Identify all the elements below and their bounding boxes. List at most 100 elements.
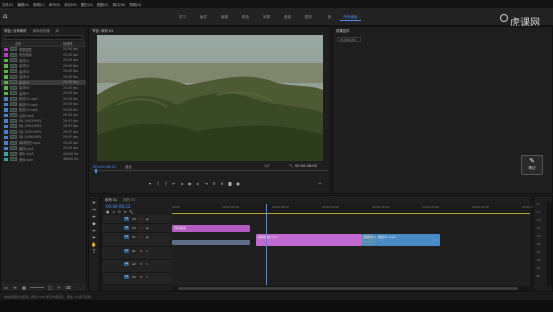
label-color-swatch[interactable]: [4, 86, 8, 90]
track-lock-icon[interactable]: ▭: [140, 235, 143, 239]
track-name[interactable]: V3: [132, 217, 136, 221]
timeline-timecode[interactable]: 00:00:08:22: [106, 204, 130, 209]
mark-in-icon[interactable]: {: [155, 181, 161, 186]
track-solo-icon[interactable]: S: [146, 249, 148, 253]
add-marker-icon[interactable]: ▾: [124, 210, 126, 214]
menu-item[interactable]: 图形(G): [81, 2, 93, 7]
label-color-swatch[interactable]: [4, 146, 8, 150]
timeline-clip[interactable]: 调整图层: [172, 225, 250, 232]
go-to-in-icon[interactable]: ⇤: [171, 181, 177, 186]
track-lock-icon[interactable]: ▭: [140, 217, 143, 221]
project-item[interactable]: 航拍03.mp4 25.00 fps: [1, 107, 86, 113]
project-item[interactable]: 音效.wav 48000 Hz: [1, 157, 86, 163]
timeline-scrollbar[interactable]: [172, 286, 530, 291]
track-eye-icon[interactable]: ◉: [146, 217, 148, 221]
label-color-swatch[interactable]: [4, 53, 8, 57]
label-color-swatch[interactable]: [4, 119, 8, 123]
menu-item[interactable]: 剪辑(C): [33, 2, 45, 7]
track-name[interactable]: A2: [132, 262, 136, 266]
timeline-clip[interactable]: 森林航拍.mp4: [256, 234, 362, 246]
add-marker-icon[interactable]: ▾: [147, 181, 153, 186]
track-mute-icon[interactable]: M: [140, 262, 142, 266]
track-target-toggle[interactable]: A3: [124, 275, 129, 279]
label-color-swatch[interactable]: [4, 58, 8, 62]
label-color-swatch[interactable]: [4, 130, 8, 134]
track-eye-icon[interactable]: ◉: [146, 235, 148, 239]
note-button[interactable]: ✎ 笔记: [521, 155, 543, 175]
project-item[interactable]: 素材07 25.00 fps: [1, 91, 86, 97]
sequence-tab[interactable]: 序列 02: [123, 197, 135, 202]
project-item[interactable]: 森林航拍.mp4 25.00 fps: [1, 140, 86, 146]
home-icon[interactable]: ⌂: [3, 12, 11, 20]
lift-icon[interactable]: ⇞: [211, 181, 217, 186]
delete-icon[interactable]: ⌫: [65, 285, 71, 290]
program-scrubber[interactable]: [93, 170, 328, 171]
track-name[interactable]: V1: [132, 235, 136, 239]
timeline-clip[interactable]: 航拍01.mp4: [376, 234, 440, 246]
hand-tool-icon[interactable]: ✋: [91, 243, 96, 248]
project-item[interactable]: 素材04 25.00 fps: [1, 74, 86, 80]
project-item[interactable]: 音乐.mp3 44100 Hz: [1, 151, 86, 157]
sequence-tab[interactable]: 序列 01: [105, 197, 117, 202]
settings-icon[interactable]: 🔧︎: [289, 164, 293, 168]
lock-icon[interactable]: ▭: [3, 285, 9, 290]
name-column-header[interactable]: 名称: [15, 41, 63, 46]
effect-controls-tab[interactable]: 效果控件: [336, 28, 350, 33]
workspace-tab[interactable]: 所有面板: [340, 13, 361, 21]
track-name[interactable]: V2: [132, 226, 136, 230]
step-back-icon[interactable]: ◂: [179, 181, 185, 186]
project-item[interactable]: 素材03 25.00 fps: [1, 69, 86, 75]
list-view-icon[interactable]: ≡: [12, 285, 18, 290]
menu-item[interactable]: 标记(M): [64, 2, 76, 7]
track-name[interactable]: A1: [132, 249, 136, 253]
workspace-tab[interactable]: 图形: [298, 13, 319, 21]
project-item[interactable]: 航拍02.mp4 25.00 fps: [1, 102, 86, 108]
type-tool-icon[interactable]: T: [93, 250, 96, 255]
label-color-swatch[interactable]: [4, 141, 8, 145]
resolution-dropdown[interactable]: 1/2: [264, 164, 269, 168]
label-color-swatch[interactable]: [4, 113, 8, 117]
project-item[interactable]: 山景.mp4 25.00 fps: [1, 113, 86, 119]
work-area-bar[interactable]: [172, 213, 530, 214]
menu-item[interactable]: 帮助(H): [129, 2, 141, 7]
project-tab[interactable]: 媒体浏览器: [33, 28, 50, 33]
project-item[interactable]: 素材02 25.00 fps: [1, 63, 86, 69]
button-editor-icon[interactable]: ＋: [317, 181, 323, 186]
comparison-view-icon[interactable]: ▣: [235, 181, 241, 186]
track-area[interactable]: 调整图层森林航拍.mp4 航拍02.mp4航拍01.mp4: [172, 215, 530, 285]
label-color-swatch[interactable]: [4, 135, 8, 139]
track-mute-icon[interactable]: M: [140, 249, 142, 253]
extract-icon[interactable]: ⇟: [219, 181, 225, 186]
track-name[interactable]: A3: [132, 275, 136, 279]
menu-item[interactable]: 视图(V): [97, 2, 109, 7]
playhead-marker[interactable]: [95, 169, 97, 173]
export-frame-icon[interactable]: ◙: [227, 181, 233, 186]
label-color-swatch[interactable]: [4, 157, 8, 161]
project-item[interactable]: 素材05 25.00 fps: [1, 79, 86, 85]
track-eye-icon[interactable]: ◉: [146, 226, 148, 230]
project-item[interactable]: 调整图层 25.00 fps: [1, 47, 86, 53]
label-color-swatch[interactable]: [4, 152, 8, 156]
scrollbar-thumb[interactable]: [178, 287, 518, 290]
play-icon[interactable]: ▶: [187, 181, 193, 186]
label-color-swatch[interactable]: [4, 91, 8, 95]
program-monitor-tab[interactable]: 节目: 序列 01: [92, 28, 113, 33]
label-color-swatch[interactable]: [4, 102, 8, 106]
project-item[interactable]: DJI_0004.MOV 29.97 fps: [1, 124, 86, 130]
workspace-tab[interactable]: 编辑: [214, 13, 235, 21]
workspace-tab[interactable]: 学习: [172, 13, 193, 21]
snap-icon[interactable]: ∩: [112, 210, 115, 214]
track-solo-icon[interactable]: S: [146, 275, 148, 279]
project-item[interactable]: DJI_0003.MOV 29.97 fps: [1, 118, 86, 124]
project-tab[interactable]: 库: [56, 28, 59, 33]
label-color-swatch[interactable]: [4, 75, 8, 79]
menu-item[interactable]: 编辑(E): [17, 2, 29, 7]
zoom-slider[interactable]: [30, 286, 44, 288]
project-item[interactable]: 素材01 25.00 fps: [1, 58, 86, 64]
slip-tool-icon[interactable]: ↔: [92, 229, 96, 234]
project-item[interactable]: DJI_0006.MOV 29.97 fps: [1, 135, 86, 141]
selection-tool-icon[interactable]: ➤: [92, 201, 96, 206]
workspace-tab[interactable]: 效果: [256, 13, 277, 21]
track-target-toggle[interactable]: A1: [124, 249, 129, 253]
project-item[interactable]: 航拍01.mp4 25.00 fps: [1, 96, 86, 102]
